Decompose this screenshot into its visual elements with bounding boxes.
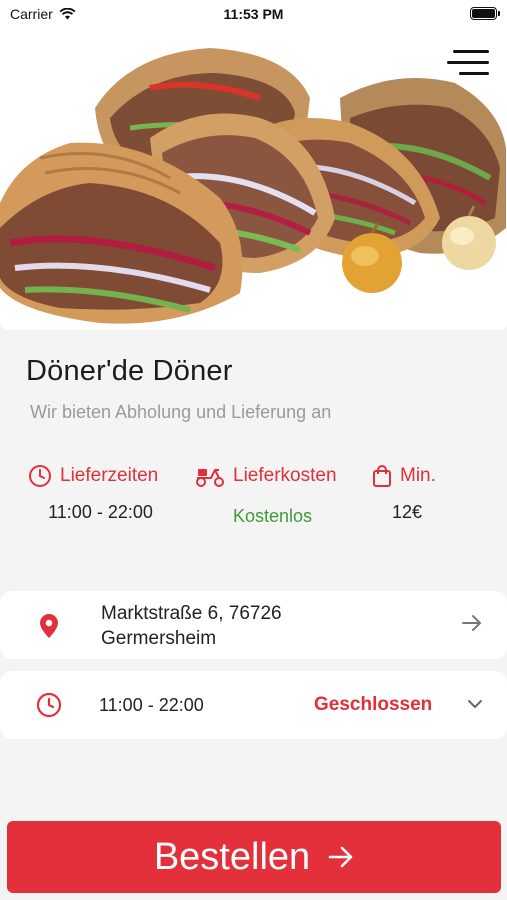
minimum-order-value: 12€ [391,502,423,522]
status-bar: Carrier 11:53 PM [0,0,507,28]
clock-time: 11:53 PM [223,6,284,22]
scooter-icon [196,469,224,487]
delivery-times-value: 11:00 - 22:00 [48,502,153,522]
hero-food-image [0,28,507,330]
delivery-cost-label: Lieferkosten [233,465,337,486]
delivery-cost-value: Kostenlos [232,506,313,526]
address-text: Marktstraße 6, 76726 Germersheim [101,601,282,651]
restaurant-tagline: Wir bieten Abholung und Lieferung an [30,402,332,422]
opening-hours-range: 11:00 - 22:00 [99,695,204,715]
location-pin-icon [40,614,58,638]
restaurant-name: Döner'de Döner [26,355,233,387]
info-minimum-order: Min. 12€ [372,464,442,523]
chevron-down-icon[interactable] [467,698,483,710]
order-button-label: Bestellen [153,835,311,878]
minimum-order-label: Min. [400,465,436,486]
clock-icon [36,692,62,718]
shopping-bag-icon [373,465,391,487]
info-delivery-times: Lieferzeiten 11:00 - 22:00 [28,464,173,523]
arrow-right-icon[interactable] [461,613,483,633]
open-status-label: Geschlossen [314,694,433,715]
hamburger-menu-icon[interactable] [447,50,489,78]
address-card[interactable]: Marktstraße 6, 76726 Germersheim [0,591,507,659]
address-city: Germersheim [101,628,217,649]
info-delivery-cost: Lieferkosten Kostenlos [195,464,350,527]
clock-icon [29,465,51,487]
battery-icon [470,7,500,20]
delivery-times-label: Lieferzeiten [60,465,159,486]
order-button[interactable]: Bestellen [7,821,501,893]
opening-hours-card[interactable]: 11:00 - 22:00 Geschlossen [0,671,507,739]
address-street: Marktstraße 6, 76726 [101,603,282,624]
arrow-right-icon [328,846,353,868]
